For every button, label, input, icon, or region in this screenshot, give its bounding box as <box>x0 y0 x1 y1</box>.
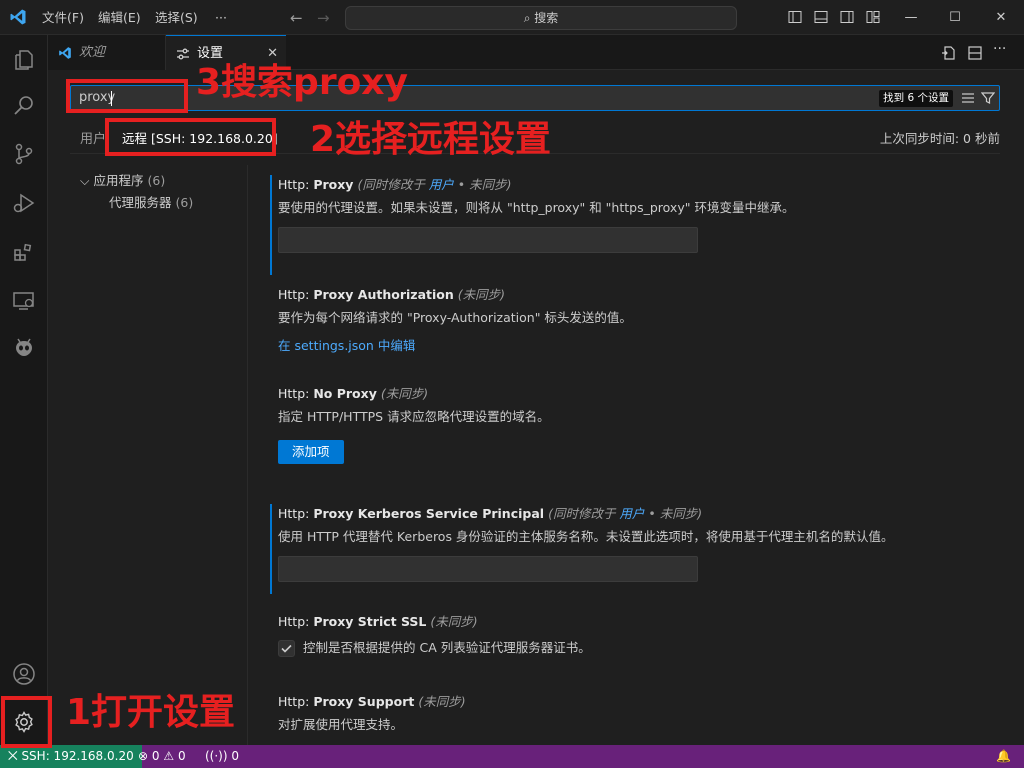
modified-in-user-link[interactable]: 用户 <box>619 506 644 521</box>
add-item-button[interactable]: 添加项 <box>278 440 344 464</box>
editor-tab-bar: 欢迎 设置 ✕ ··· <box>48 35 1024 70</box>
setting-title: Http: Proxy (同时修改于 用户 • 未同步) <box>278 177 512 192</box>
setting-meta: (未同步) <box>380 386 429 401</box>
maximize-icon[interactable]: ☐ <box>932 0 978 35</box>
setting-meta: (未同步) <box>457 287 505 302</box>
setting-proxy-kerberos: Http: Proxy Kerberos Service Principal (… <box>270 504 990 594</box>
tab-welcome[interactable]: 欢迎 <box>48 35 166 70</box>
bell-icon[interactable]: 🔔 <box>996 745 1011 768</box>
filter-icon[interactable] <box>981 91 995 105</box>
annotation-box-remote <box>105 118 276 156</box>
checkbox-label: 控制是否根据提供的 CA 列表验证代理服务器证书。 <box>303 640 591 655</box>
results-count-badge: 找到 6 个设置 <box>879 90 953 107</box>
remote-icon: ⨉ <box>8 749 18 763</box>
setting-proxy-strict-ssl: Http: Proxy Strict SSL (未同步) 控制是否根据提供的 C… <box>278 612 998 658</box>
checkmark-icon <box>281 644 292 653</box>
toc-item-count: (6) <box>147 173 166 188</box>
setting-description: 要使用的代理设置。如果未设置，则将从 "http_proxy" 和 "https… <box>278 200 795 215</box>
vscode-logo-icon <box>59 47 71 59</box>
last-sync-status: 上次同步时间: 0 秒前 <box>879 131 1000 146</box>
annotation-step3: 3搜索proxy <box>196 62 408 103</box>
setting-title: Http: Proxy Support (未同步) <box>278 694 466 709</box>
open-settings-json-icon[interactable] <box>941 45 957 61</box>
toc-item-application[interactable]: ⌵ 应用程序 (6) <box>80 170 165 189</box>
strict-ssl-checkbox[interactable] <box>278 640 295 657</box>
toggle-primary-sidebar-icon[interactable] <box>788 10 802 24</box>
customize-layout-icon[interactable] <box>866 10 880 24</box>
toggle-secondary-sidebar-icon[interactable] <box>840 10 854 24</box>
problems-indicator[interactable]: ⊗ 0 ⚠ 0 <box>138 745 186 768</box>
error-icon: ⊗ <box>138 749 149 763</box>
setting-description: 对扩展使用代理支持。 <box>278 717 404 732</box>
search-icon[interactable] <box>12 93 36 117</box>
broadcast-icon: ((·)) <box>205 749 228 763</box>
menu-more[interactable]: ··· <box>215 0 227 35</box>
settings-sliders-icon <box>177 48 189 60</box>
tab-user-settings[interactable]: 用户 <box>80 128 106 147</box>
settings-editor: proxy 找到 6 个设置 用户 远程 [SSH: 192.168.0.20]… <box>48 70 1024 745</box>
title-bar: 文件(F) 编辑(E) 选择(S) ··· ← → ⌕ 搜索 — ☐ ✕ <box>0 0 1024 35</box>
toc-item-label: 代理服务器 <box>109 195 172 210</box>
settings-list: Http: Proxy (同时修改于 用户 • 未同步) 要使用的代理设置。如果… <box>270 165 998 745</box>
split-editor-icon[interactable] <box>967 45 983 61</box>
setting-no-proxy: Http: No Proxy (未同步) 指定 HTTP/HTTPS 请求应忽略… <box>278 384 998 464</box>
setting-meta: (同时修改于 用户 • 未同步) <box>357 177 512 192</box>
setting-title: Http: Proxy Authorization (未同步) <box>278 287 505 302</box>
toggle-panel-icon[interactable] <box>814 10 828 24</box>
ports-indicator[interactable]: ((·)) 0 <box>205 745 239 768</box>
source-control-icon[interactable] <box>12 142 36 166</box>
settings-toc: ⌵ 应用程序 (6) 代理服务器 (6) <box>70 165 248 745</box>
toc-item-proxy[interactable]: 代理服务器 (6) <box>109 192 193 211</box>
status-bar: ⨉ SSH: 192.168.0.20 ⊗ 0 ⚠ 0 ((·)) 0 🔔 <box>0 745 1024 768</box>
account-icon[interactable] <box>12 662 36 686</box>
run-debug-icon[interactable] <box>12 191 36 215</box>
setting-title: Http: No Proxy (未同步) <box>278 386 429 401</box>
setting-proxy-authorization: Http: Proxy Authorization (未同步) 要作为每个网络请… <box>278 285 998 355</box>
toc-item-count: (6) <box>175 195 194 210</box>
http-proxy-input[interactable] <box>278 227 698 253</box>
setting-title: Http: Proxy Strict SSL (未同步) <box>278 614 478 629</box>
edit-in-settings-json-link[interactable]: 在 settings.json 中编辑 <box>278 337 998 355</box>
kerberos-principal-input[interactable] <box>278 556 698 582</box>
setting-http-proxy: Http: Proxy (同时修改于 用户 • 未同步) 要使用的代理设置。如果… <box>270 175 990 275</box>
more-actions-icon[interactable]: ··· <box>993 41 1009 57</box>
clear-filter-list-icon[interactable] <box>961 91 975 105</box>
chevron-down-icon: ⌵ <box>80 173 90 188</box>
command-center-label: 搜索 <box>534 11 559 25</box>
close-window-icon[interactable]: ✕ <box>978 0 1024 35</box>
minimize-icon[interactable]: — <box>888 0 934 35</box>
menu-file[interactable]: 文件(F) <box>42 0 84 35</box>
setting-description: 指定 HTTP/HTTPS 请求应忽略代理设置的域名。 <box>278 409 550 424</box>
annotation-step2: 2选择远程设置 <box>310 119 552 160</box>
setting-description: 使用 HTTP 代理替代 Kerberos 身份验证的主体服务名称。未设置此选项… <box>278 529 894 544</box>
setting-proxy-support: Http: Proxy Support (未同步) 对扩展使用代理支持。 <box>278 692 998 745</box>
remote-indicator[interactable]: ⨉ SSH: 192.168.0.20 <box>0 745 142 768</box>
search-icon: ⌕ <box>523 11 531 25</box>
setting-title: Http: Proxy Kerberos Service Principal (… <box>278 506 703 521</box>
vscode-logo-icon[interactable] <box>9 8 27 26</box>
setting-meta: (未同步) <box>418 694 466 709</box>
warning-icon: ⚠ <box>163 749 175 763</box>
modified-in-user-link[interactable]: 用户 <box>429 177 454 192</box>
strict-ssl-checkbox-row: 控制是否根据提供的 CA 列表验证代理服务器证书。 <box>278 638 998 658</box>
forward-arrow-icon[interactable]: → <box>317 9 330 27</box>
annotation-box-search <box>66 79 188 113</box>
tab-welcome-label: 欢迎 <box>79 45 106 60</box>
back-arrow-icon[interactable]: ← <box>290 9 303 27</box>
menu-selection[interactable]: 选择(S) <box>155 0 198 35</box>
extensions-icon[interactable] <box>12 240 36 264</box>
command-center-search[interactable]: ⌕ 搜索 <box>345 6 737 30</box>
remote-explorer-icon[interactable] <box>12 289 36 313</box>
annotation-box-gear <box>1 696 52 748</box>
annotation-step1: 1打开设置 <box>66 692 236 733</box>
toc-item-label: 应用程序 <box>93 173 144 188</box>
setting-meta: (未同步) <box>430 614 478 629</box>
activity-bar <box>0 35 48 745</box>
setting-description: 要作为每个网络请求的 "Proxy-Authorization" 标头发送的值。 <box>278 310 632 325</box>
alien-extension-icon[interactable] <box>12 336 36 360</box>
explorer-icon[interactable] <box>12 48 36 72</box>
menu-edit[interactable]: 编辑(E) <box>98 0 141 35</box>
setting-meta: (同时修改于 用户 • 未同步) <box>548 506 703 521</box>
